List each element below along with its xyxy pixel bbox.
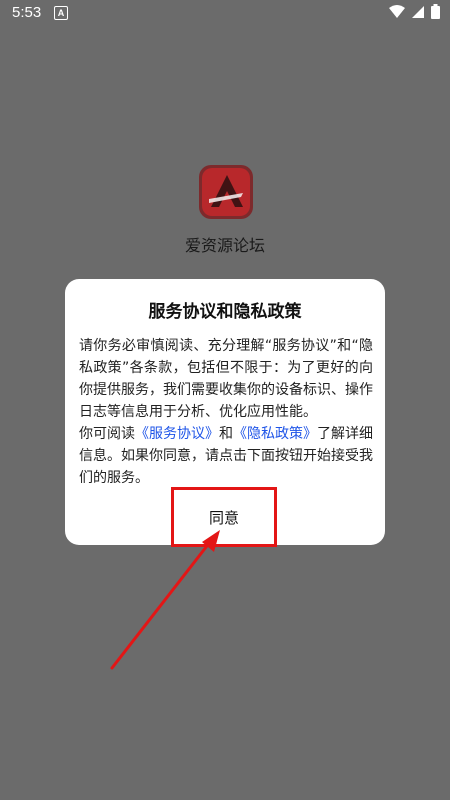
dialog-title: 服务协议和隐私政策 <box>148 302 302 322</box>
and-text: 和 <box>219 426 233 442</box>
app-logo-icon <box>197 163 255 221</box>
dialog-intro-text: 请你务必审慎阅读、充分理解“服务协议”和“隐私政策”各条款，包括但不限于：为了更… <box>79 338 373 420</box>
status-time: 5:53 <box>12 4 42 21</box>
dialog-body: 请你务必审慎阅读、充分理解“服务协议”和“隐私政策”各条款，包括但不限于：为了更… <box>79 335 373 489</box>
read-prefix-text: 你可阅读 <box>79 426 135 442</box>
status-bar: 5:53 A <box>0 0 450 26</box>
privacy-dialog: 服务协议和隐私政策 请你务必审慎阅读、充分理解“服务协议”和“隐私政策”各条款，… <box>65 279 385 547</box>
status-icons <box>389 4 440 23</box>
service-agreement-link[interactable]: 《服务协议》 <box>135 426 219 442</box>
cellular-icon <box>411 5 425 23</box>
red-arrow-annotation <box>100 520 240 680</box>
notification-icon: A <box>54 6 68 20</box>
battery-icon <box>431 4 440 23</box>
dialog-read-text: 你可阅读《服务协议》和《隐私政策》了解详细信息。如果你同意，请点击下面按钮开始接… <box>79 423 373 489</box>
screen: 5:53 A 爱资源论坛 服务协议和隐私政策 请你务必审慎阅读、充分理解“服务协… <box>0 0 450 800</box>
app-name: 爱资源论坛 <box>184 236 265 255</box>
privacy-policy-link[interactable]: 《隐私政策》 <box>233 426 317 442</box>
wifi-icon <box>389 4 405 23</box>
